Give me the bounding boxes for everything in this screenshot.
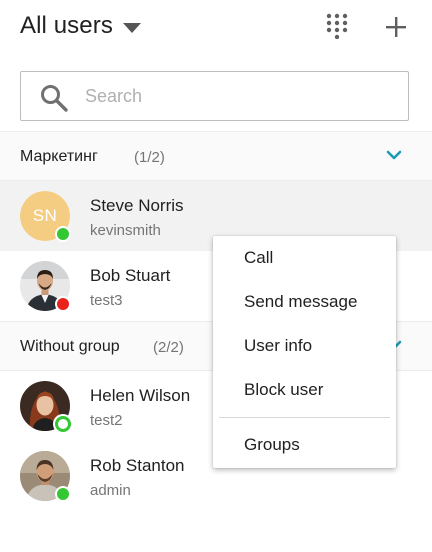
menu-item-block-user[interactable]: Block user xyxy=(213,368,396,412)
status-online-icon xyxy=(55,486,71,502)
user-name: Bob Stuart xyxy=(90,266,171,285)
search-input[interactable] xyxy=(85,82,385,110)
group-count: (1/2) xyxy=(134,149,165,166)
context-menu: Call Send message User info Block user G… xyxy=(213,236,396,468)
search-icon xyxy=(41,85,68,112)
group-count: (2/2) xyxy=(153,339,184,356)
menu-item-send-message[interactable]: Send message xyxy=(213,280,396,324)
user-name: Helen Wilson xyxy=(90,386,191,405)
menu-divider xyxy=(219,417,390,418)
user-login: test3 xyxy=(90,292,123,309)
header: All users xyxy=(0,0,432,56)
status-away-icon xyxy=(55,416,71,432)
user-name: Rob Stanton xyxy=(90,456,185,475)
search-box xyxy=(20,71,409,121)
group-name: Without group xyxy=(20,338,120,355)
page-title: All users xyxy=(20,12,113,39)
user-login: kevinsmith xyxy=(90,222,161,239)
user-login: test2 xyxy=(90,412,123,429)
status-online-icon xyxy=(55,226,71,242)
user-name: Steve Norris xyxy=(90,196,184,215)
chevron-down-icon[interactable] xyxy=(386,150,402,162)
user-login: admin xyxy=(90,482,131,499)
caret-down-icon xyxy=(122,22,141,33)
menu-item-groups[interactable]: Groups xyxy=(213,423,396,467)
menu-item-user-info[interactable]: User info xyxy=(213,324,396,368)
menu-item-call[interactable]: Call xyxy=(213,236,396,280)
group-name: Маркетинг xyxy=(20,148,98,165)
group-header-marketing[interactable]: Маркетинг (1/2) xyxy=(0,131,432,181)
plus-icon[interactable] xyxy=(385,16,407,38)
status-busy-icon xyxy=(55,296,71,312)
dialpad-icon[interactable] xyxy=(326,13,348,39)
title-dropdown[interactable]: All users xyxy=(20,12,141,40)
